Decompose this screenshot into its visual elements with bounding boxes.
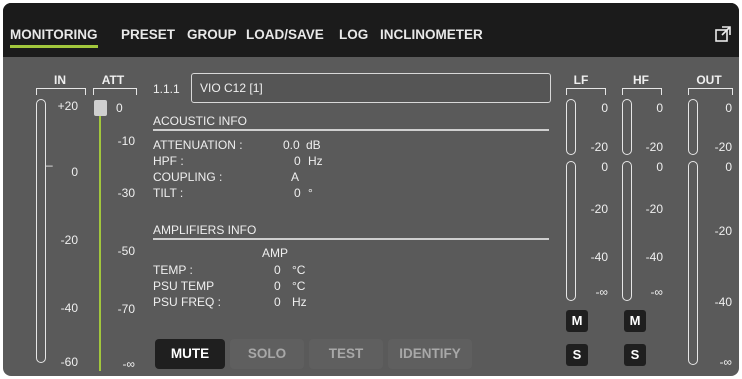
in-tick: -60 (60, 355, 78, 369)
out-tick: -40 (714, 295, 732, 309)
in-tick: +20 (57, 99, 78, 113)
coupling-label: COUPLING : (153, 170, 223, 184)
hf-tick: -20 (645, 202, 663, 216)
attenuation-unit: dB (306, 138, 321, 152)
lf-tick: -40 (590, 250, 608, 264)
acoustic-info-title: ACOUSTIC INFO (153, 114, 248, 128)
tab-monitoring[interactable]: MONITORING (10, 27, 98, 48)
amplifiers-info-divider (153, 238, 549, 240)
attenuation-label: ATTENUATION : (153, 138, 243, 152)
lf-meter-bracket (566, 88, 606, 95)
att-fader-handle[interactable] (94, 100, 107, 116)
tilt-value: 0 (294, 186, 301, 200)
lf-meter-label: LF (573, 73, 589, 87)
lf-tick: -∞ (595, 285, 608, 299)
tab-log[interactable]: LOG (339, 27, 368, 42)
lf-tick: -20 (590, 140, 608, 154)
out-level-meter (688, 161, 698, 365)
device-name: VIO C12 [1] (200, 81, 263, 95)
out-tick: -20 (714, 140, 732, 154)
hf-tick: -∞ (650, 285, 663, 299)
amp-column-header: AMP (262, 246, 289, 260)
out-tick: -20 (714, 224, 732, 238)
psu-freq-unit: Hz (292, 295, 307, 309)
device-id: 1.1.1 (153, 82, 180, 96)
att-tick: 0 (116, 101, 123, 115)
in-tick: -40 (60, 301, 78, 315)
in-level-meter (36, 99, 46, 363)
out-meter-bracket (688, 88, 733, 95)
temp-unit: °C (292, 263, 306, 277)
psu-freq-label: PSU FREQ : (153, 295, 222, 309)
identify-button[interactable]: IDENTIFY (388, 339, 472, 369)
tab-load-save[interactable]: LOAD/SAVE (246, 27, 324, 42)
out-tick: 0 (725, 160, 732, 174)
hf-solo-button[interactable]: S (624, 344, 646, 366)
hpf-unit: Hz (308, 154, 323, 168)
hpf-value: 0 (294, 154, 301, 168)
attenuation-value: 0.0 (283, 138, 300, 152)
amplifiers-info-title: AMPLIFIERS INFO (153, 223, 257, 237)
hf-meter-bracket (622, 88, 662, 95)
lf-level-meter (566, 161, 576, 301)
psu-temp-label: PSU TEMP (153, 279, 215, 293)
tab-group[interactable]: GROUP (187, 27, 237, 42)
coupling-value: A (291, 170, 300, 184)
att-fader-bracket (93, 88, 137, 95)
hf-tick: -40 (645, 250, 663, 264)
monitoring-panel: MONITORING PRESET GROUP LOAD/SAVE LOG IN… (3, 3, 739, 376)
in-tick: 0 (71, 165, 78, 179)
hf-tick: 0 (656, 160, 663, 174)
device-name-field[interactable]: VIO C12 [1] (191, 73, 551, 103)
psu-temp-unit: °C (292, 279, 306, 293)
out-meter-label: OUT (696, 73, 722, 87)
mute-button[interactable]: MUTE (155, 339, 225, 369)
hf-level-meter (622, 161, 632, 301)
in-meter-label: IN (54, 73, 66, 87)
att-tick: -∞ (122, 357, 135, 371)
psu-freq-value: 0 (274, 295, 281, 309)
in-meter-bracket (36, 88, 86, 95)
hf-tick: 0 (656, 101, 663, 115)
out-tick: 0 (725, 101, 732, 115)
att-tick: -70 (117, 302, 135, 316)
test-button[interactable]: TEST (309, 339, 383, 369)
solo-button[interactable]: SOLO (230, 339, 304, 369)
lf-solo-button[interactable]: S (566, 344, 588, 366)
hf-mute-button[interactable]: M (624, 310, 646, 332)
tilt-unit: ° (308, 186, 313, 200)
tab-inclinometer[interactable]: INCLINOMETER (380, 27, 483, 42)
hpf-label: HPF : (153, 154, 184, 168)
lf-mute-button[interactable]: M (566, 310, 588, 332)
tilt-label: TILT : (153, 186, 184, 200)
att-tick: -50 (117, 244, 135, 258)
in-tick: -20 (60, 233, 78, 247)
att-fader-label: ATT (101, 73, 125, 87)
psu-temp-value: 0 (274, 279, 281, 293)
out-tick: -∞ (719, 355, 732, 369)
top-navigation: MONITORING PRESET GROUP LOAD/SAVE LOG IN… (3, 3, 739, 57)
hf-meter-label: HF (633, 73, 649, 87)
att-tick: -10 (117, 134, 135, 148)
hf-tick: -20 (645, 140, 663, 154)
tab-preset[interactable]: PRESET (121, 27, 175, 42)
temp-label: TEMP : (153, 263, 193, 277)
acoustic-info-divider (153, 129, 549, 131)
expand-icon[interactable] (715, 26, 731, 42)
att-tick: -30 (117, 186, 135, 200)
lf-tick: 0 (601, 101, 608, 115)
lf-tick: 0 (601, 160, 608, 174)
lf-tick: -20 (590, 202, 608, 216)
temp-value: 0 (274, 263, 281, 277)
